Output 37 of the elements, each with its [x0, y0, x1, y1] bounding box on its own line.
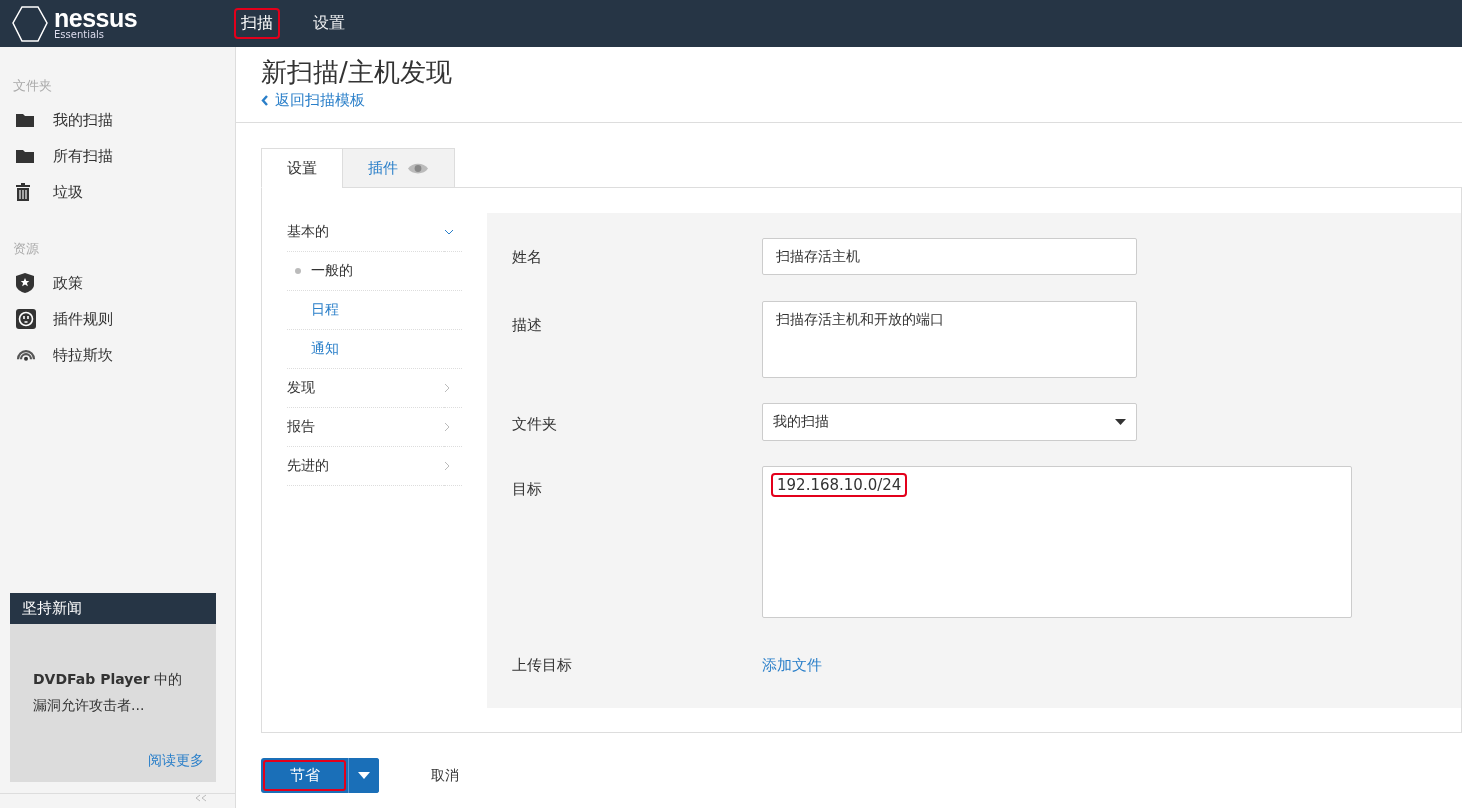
- sidebar-item[interactable]: 政策: [0, 265, 235, 301]
- field-label: 文件夹: [512, 414, 558, 434]
- settings-menu-item[interactable]: 基本的: [287, 213, 444, 252]
- tab[interactable]: 插件: [342, 148, 455, 187]
- tab[interactable]: 设置: [261, 148, 342, 188]
- settings-menu-item[interactable]: 报告: [287, 408, 444, 447]
- nav-tab[interactable]: 设置: [306, 8, 352, 39]
- page-title: 新扫描/主机发现: [261, 56, 453, 89]
- edition-label: Essentials: [54, 29, 106, 40]
- field-label: 目标: [512, 479, 543, 499]
- settings-submenu-item[interactable]: 通知: [311, 340, 339, 358]
- name-input[interactable]: 扫描存活主机: [762, 238, 1137, 275]
- sidebar-item[interactable]: 我的扫描: [0, 102, 235, 138]
- cancel-link[interactable]: 取消: [431, 766, 459, 785]
- news-text: DVDFab Player 中的漏洞允许攻击者...: [32, 670, 184, 715]
- save-button[interactable]: 节省: [261, 758, 348, 793]
- field-label: 描述: [512, 315, 543, 335]
- add-file-link[interactable]: 添加文件: [762, 646, 822, 675]
- settings-submenu-item[interactable]: 日程: [311, 301, 339, 319]
- sidebar-item[interactable]: 垃圾: [0, 174, 235, 210]
- settings-menu-item[interactable]: 发现: [287, 369, 444, 408]
- back-link[interactable]: 返回扫描模板: [261, 91, 1462, 110]
- settings-submenu-item[interactable]: 一般的: [311, 262, 353, 280]
- news-title: 坚持新闻: [10, 593, 216, 624]
- sidebar-item[interactable]: 插件规则: [0, 301, 235, 337]
- settings-menu-item[interactable]: 先进的: [287, 447, 444, 486]
- description-textarea[interactable]: 扫描存活主机和开放的端口: [762, 301, 1137, 378]
- folder-dropdown[interactable]: 我的扫描: [762, 403, 1137, 441]
- field-label: 上传目标: [512, 655, 573, 675]
- section-heading: 文件夹: [13, 77, 53, 95]
- targets-textarea[interactable]: 192.168.10.0/24: [762, 466, 1352, 618]
- logo-text: nessus: [54, 7, 138, 29]
- sidebar-item[interactable]: 特拉斯坎: [0, 337, 235, 373]
- nav-tab[interactable]: 扫描: [234, 8, 280, 39]
- sidebar-item[interactable]: 所有扫描: [0, 138, 235, 174]
- field-label: 姓名: [512, 247, 543, 267]
- section-heading: 资源: [13, 240, 40, 258]
